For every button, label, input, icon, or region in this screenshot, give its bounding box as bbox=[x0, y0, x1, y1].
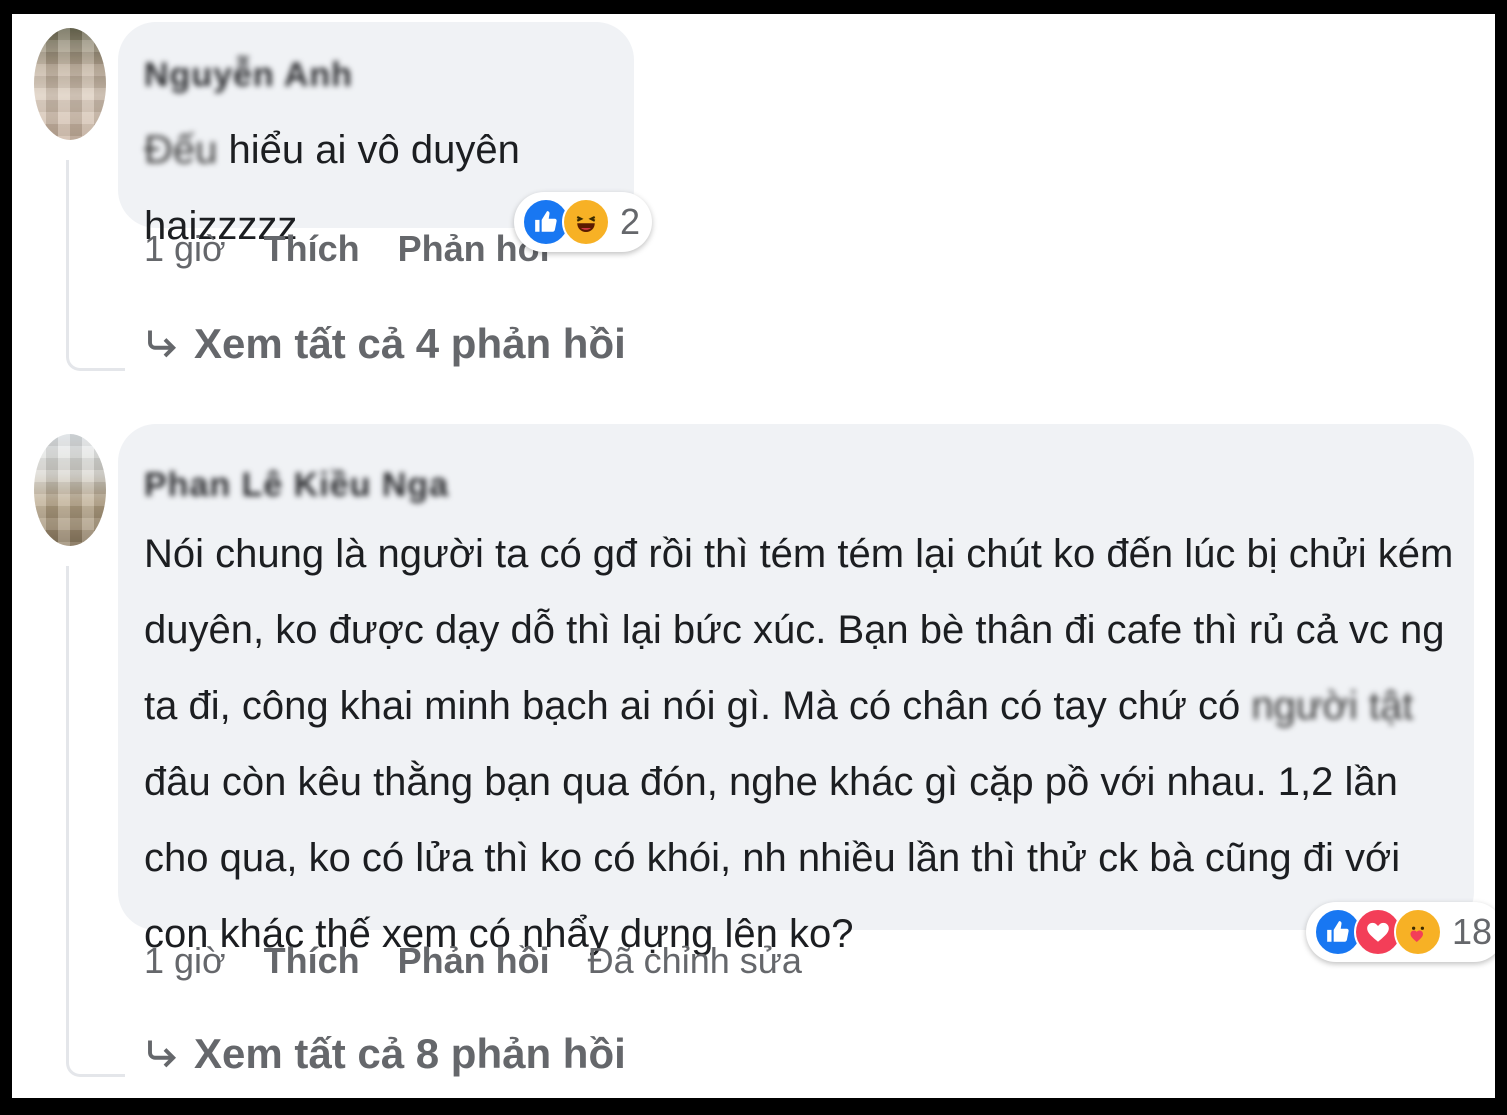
comment-text: Nói chung là người ta có gđ rồi thì tém … bbox=[144, 516, 1454, 972]
view-replies-link[interactable]: Xem tất cả 4 phản hồi bbox=[144, 320, 626, 368]
blurred-word: người tật bbox=[1251, 684, 1414, 728]
like-button[interactable]: Thích bbox=[264, 940, 360, 982]
like-button[interactable]: Thích bbox=[264, 228, 360, 270]
comment-time[interactable]: 1 giờ bbox=[144, 228, 226, 270]
reply-arrow-icon bbox=[144, 1036, 180, 1072]
edited-label[interactable]: Đã chỉnh sửa bbox=[588, 940, 802, 982]
care-icon bbox=[1394, 908, 1442, 956]
reaction-summary[interactable]: 2 bbox=[514, 192, 653, 252]
reply-button[interactable]: Phản hồi bbox=[398, 940, 550, 982]
reaction-count: 2 bbox=[620, 201, 641, 242]
avatar[interactable] bbox=[34, 434, 106, 546]
blurred-word: Đếu bbox=[144, 128, 218, 172]
reaction-count: 18 bbox=[1452, 911, 1493, 952]
reply-thread-line bbox=[66, 160, 125, 371]
avatar[interactable] bbox=[34, 28, 106, 140]
comment-time[interactable]: 1 giờ bbox=[144, 940, 226, 982]
view-replies-link[interactable]: Xem tất cả 8 phản hồi bbox=[144, 1030, 626, 1078]
view-replies-label: Xem tất cả 8 phản hồi bbox=[194, 1030, 626, 1077]
comment-text-part2: đâu còn kêu thằng bạn qua đón, nghe khác… bbox=[144, 760, 1401, 956]
comment-actions: 1 giờ Thích Phản hồi Đã chỉnh sửa bbox=[144, 940, 840, 982]
haha-icon bbox=[562, 198, 610, 246]
reply-thread-line bbox=[66, 566, 125, 1077]
view-replies-label: Xem tất cả 4 phản hồi bbox=[194, 320, 626, 367]
reply-arrow-icon bbox=[144, 326, 180, 362]
comments-panel: Nguyễn Anh Đếu hiểu ai vô duyên haizzzzz… bbox=[12, 14, 1495, 1098]
comment-author[interactable]: Nguyễn Anh bbox=[144, 56, 353, 95]
reaction-summary[interactable]: 18 bbox=[1306, 902, 1495, 962]
comment-author[interactable]: Phan Lê Kiều Nga bbox=[144, 466, 449, 505]
